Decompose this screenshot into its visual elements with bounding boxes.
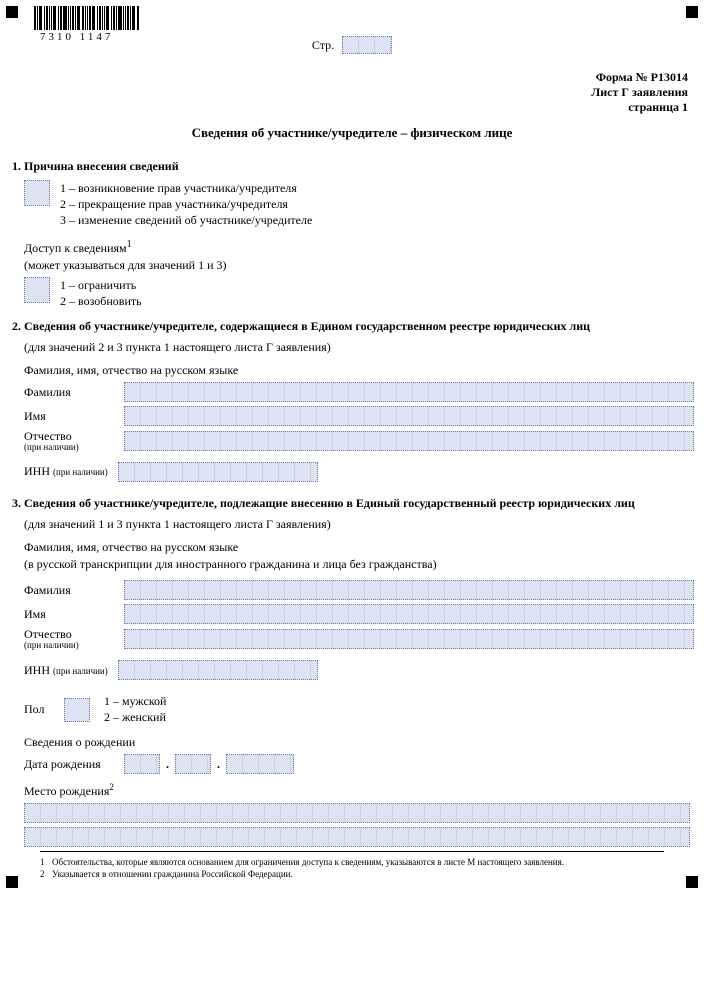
s3-patronymic-field[interactable] <box>124 629 694 649</box>
dob-day-field[interactable] <box>124 754 160 774</box>
footnote2-num: 2 <box>40 868 52 880</box>
gender-label: Пол <box>24 702 64 717</box>
reason-opt1: 1 – возникновение прав участника/учредит… <box>60 180 312 196</box>
s3-name-field[interactable] <box>124 604 694 624</box>
s2-surname-label: Фамилия <box>24 386 124 399</box>
footnote-rule <box>40 851 664 852</box>
access-opt2: 2 – возобновить <box>60 293 142 309</box>
form-page: страница 1 <box>10 100 688 115</box>
page-label: Стр. <box>312 38 334 53</box>
dob-year-field[interactable] <box>226 754 294 774</box>
footnote2: Указывается в отношении гражданина Росси… <box>52 868 293 880</box>
access-sup: 1 <box>127 239 132 250</box>
form-header: Форма № Р13014 Лист Г заявления страница… <box>10 70 688 115</box>
footnote1: Обстоятельства, которые являются основан… <box>52 856 564 868</box>
s3-surname-field[interactable] <box>124 580 694 600</box>
s2-name-field[interactable] <box>124 406 694 426</box>
place-sup: 2 <box>109 782 114 792</box>
section3-fiohead: Фамилия, имя, отчество на русском языке <box>24 540 694 555</box>
s2-name-label: Имя <box>24 410 124 423</box>
page-number-field[interactable] <box>342 36 392 54</box>
barcode: 7310 1147 <box>34 6 154 43</box>
corner-mark-tl <box>6 6 18 18</box>
s3-name-label: Имя <box>24 608 124 621</box>
birth-head: Сведения о рождении <box>24 735 694 750</box>
section2-sub: (для значений 2 и 3 пункта 1 настоящего … <box>24 340 694 355</box>
s2-inn-label: ИНН <box>24 464 50 478</box>
s2-inn-ifpresent: (при наличии) <box>53 467 108 477</box>
section2-head: 2. Сведения об участнике/учредителе, сод… <box>12 319 694 334</box>
dot-icon: . <box>217 757 220 772</box>
place-field-2[interactable] <box>24 827 690 847</box>
barcode-number: 7310 1147 <box>34 31 154 43</box>
s2-patronymic-label: Отчество <box>24 429 72 443</box>
access-head: Доступ к сведениям <box>24 241 127 255</box>
section3-fiosub: (в русской транскрипции для иностранного… <box>24 557 694 572</box>
corner-mark-br <box>686 876 698 888</box>
reason-opt3: 3 – изменение сведений об участнике/учре… <box>60 212 312 228</box>
s2-surname-field[interactable] <box>124 382 694 402</box>
access-field[interactable] <box>24 277 50 303</box>
s3-inn-ifpresent: (при наличии) <box>53 666 108 676</box>
s2-ifpresent: (при наличии) <box>24 443 124 452</box>
dob-month-field[interactable] <box>175 754 211 774</box>
s2-inn-field[interactable] <box>118 462 318 482</box>
footnote1-num: 1 <box>40 856 52 868</box>
place-label: Место рождения <box>24 784 109 798</box>
s3-ifpresent: (при наличии) <box>24 641 124 650</box>
form-sheet: Лист Г заявления <box>10 85 688 100</box>
gender-opt2: 2 – женский <box>104 710 166 726</box>
dot-icon: . <box>166 757 169 772</box>
corner-mark-bl <box>6 876 18 888</box>
place-field-1[interactable] <box>24 803 690 823</box>
s3-inn-field[interactable] <box>118 660 318 680</box>
page-title: Сведения об участнике/учредителе – физич… <box>10 125 694 141</box>
s3-patronymic-label: Отчество <box>24 627 72 641</box>
s2-patronymic-field[interactable] <box>124 431 694 451</box>
section1-head: 1. Причина внесения сведений <box>12 159 694 174</box>
access-note: (может указываться для значений 1 и 3) <box>24 258 694 273</box>
access-opt1: 1 – ограничить <box>60 277 142 293</box>
dob-label: Дата рождения <box>24 757 124 772</box>
s3-surname-label: Фамилия <box>24 584 124 597</box>
corner-mark-tr <box>686 6 698 18</box>
section3-sub: (для значений 1 и 3 пункта 1 настоящего … <box>24 517 694 532</box>
section3-head: 3. Сведения об участнике/учредителе, под… <box>12 496 694 511</box>
reason-field[interactable] <box>24 180 50 206</box>
gender-opt1: 1 – мужской <box>104 694 166 710</box>
reason-opt2: 2 – прекращение прав участника/учредител… <box>60 196 312 212</box>
s3-inn-label: ИНН <box>24 663 50 677</box>
section2-fiohead: Фамилия, имя, отчество на русском языке <box>24 363 694 378</box>
form-number: Форма № Р13014 <box>10 70 688 85</box>
gender-field[interactable] <box>64 698 90 722</box>
